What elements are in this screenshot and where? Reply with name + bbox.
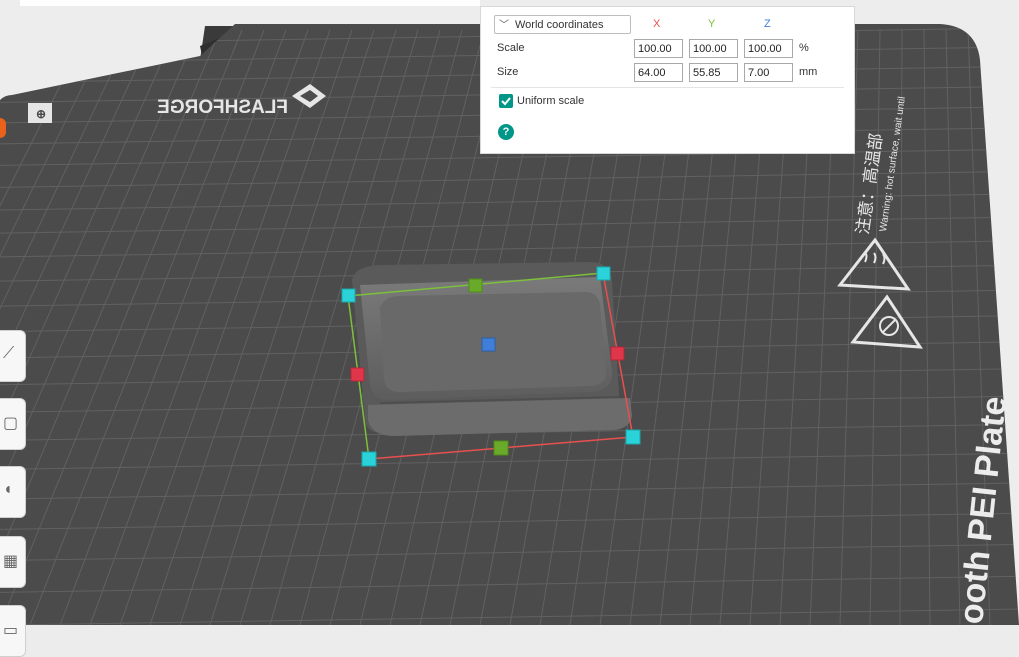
axis-z-header: Z (764, 18, 771, 30)
y-handle-back (468, 278, 483, 293)
x-handle-right (610, 346, 625, 361)
axis-y-header: Y (708, 18, 716, 30)
size-y-input[interactable] (689, 63, 738, 82)
left-tool-4[interactable]: ▦ (0, 536, 26, 588)
scale-z-input[interactable] (744, 39, 793, 58)
size-x-input[interactable] (634, 63, 683, 82)
help-icon[interactable]: ? (498, 124, 514, 140)
coordinate-mode-label: World coordinates (515, 18, 604, 31)
y-handle-front (493, 440, 509, 456)
grid-tool-icon: ▦ (3, 553, 19, 570)
size-unit: mm (799, 66, 818, 78)
scale-x-input[interactable] (634, 39, 683, 58)
chevron-down-icon: ﹀ (499, 20, 509, 31)
rounded-shape-icon: ◖ (3, 481, 13, 498)
z-handle-top (481, 337, 496, 352)
scale-unit: % (799, 42, 809, 54)
help-label: ? (502, 126, 510, 138)
bed-brand-text: FLASHFORGE (157, 97, 288, 118)
pencil-icon: ⟋ (3, 345, 15, 362)
panel-divider (491, 87, 844, 88)
size-z-input[interactable] (744, 63, 793, 82)
uniform-scale-label: Uniform scale (517, 95, 585, 107)
left-tool-1[interactable]: ⟋ (0, 330, 26, 382)
scale-row-label: Scale (497, 42, 525, 54)
axis-x-header: X (653, 18, 661, 30)
left-tool-5[interactable]: ▭ (0, 605, 26, 657)
shape-icon: ▢ (3, 415, 19, 432)
left-tool-2[interactable]: ▢ (0, 398, 26, 450)
tool-icon: ▭ (3, 622, 19, 639)
x-handle-left (350, 367, 365, 382)
corner-handle-back-left (341, 288, 356, 303)
orange-indicator-icon (0, 118, 6, 138)
scale-y-input[interactable] (689, 39, 738, 58)
left-tool-3[interactable]: ◖ (0, 466, 26, 518)
checkmark-icon (501, 97, 511, 106)
svg-text:⊕: ⊕ (36, 107, 46, 121)
uniform-scale-checkbox[interactable] (499, 94, 513, 108)
corner-handle-back-right (596, 266, 611, 281)
scale-panel: ﹀ World coordinates X Y Z Scale % Size m… (480, 6, 855, 154)
size-row-label: Size (497, 66, 519, 78)
corner-handle-front-right (625, 429, 641, 445)
coordinate-mode-select[interactable]: ﹀ World coordinates (494, 15, 631, 34)
corner-handle-front-left (361, 451, 377, 467)
